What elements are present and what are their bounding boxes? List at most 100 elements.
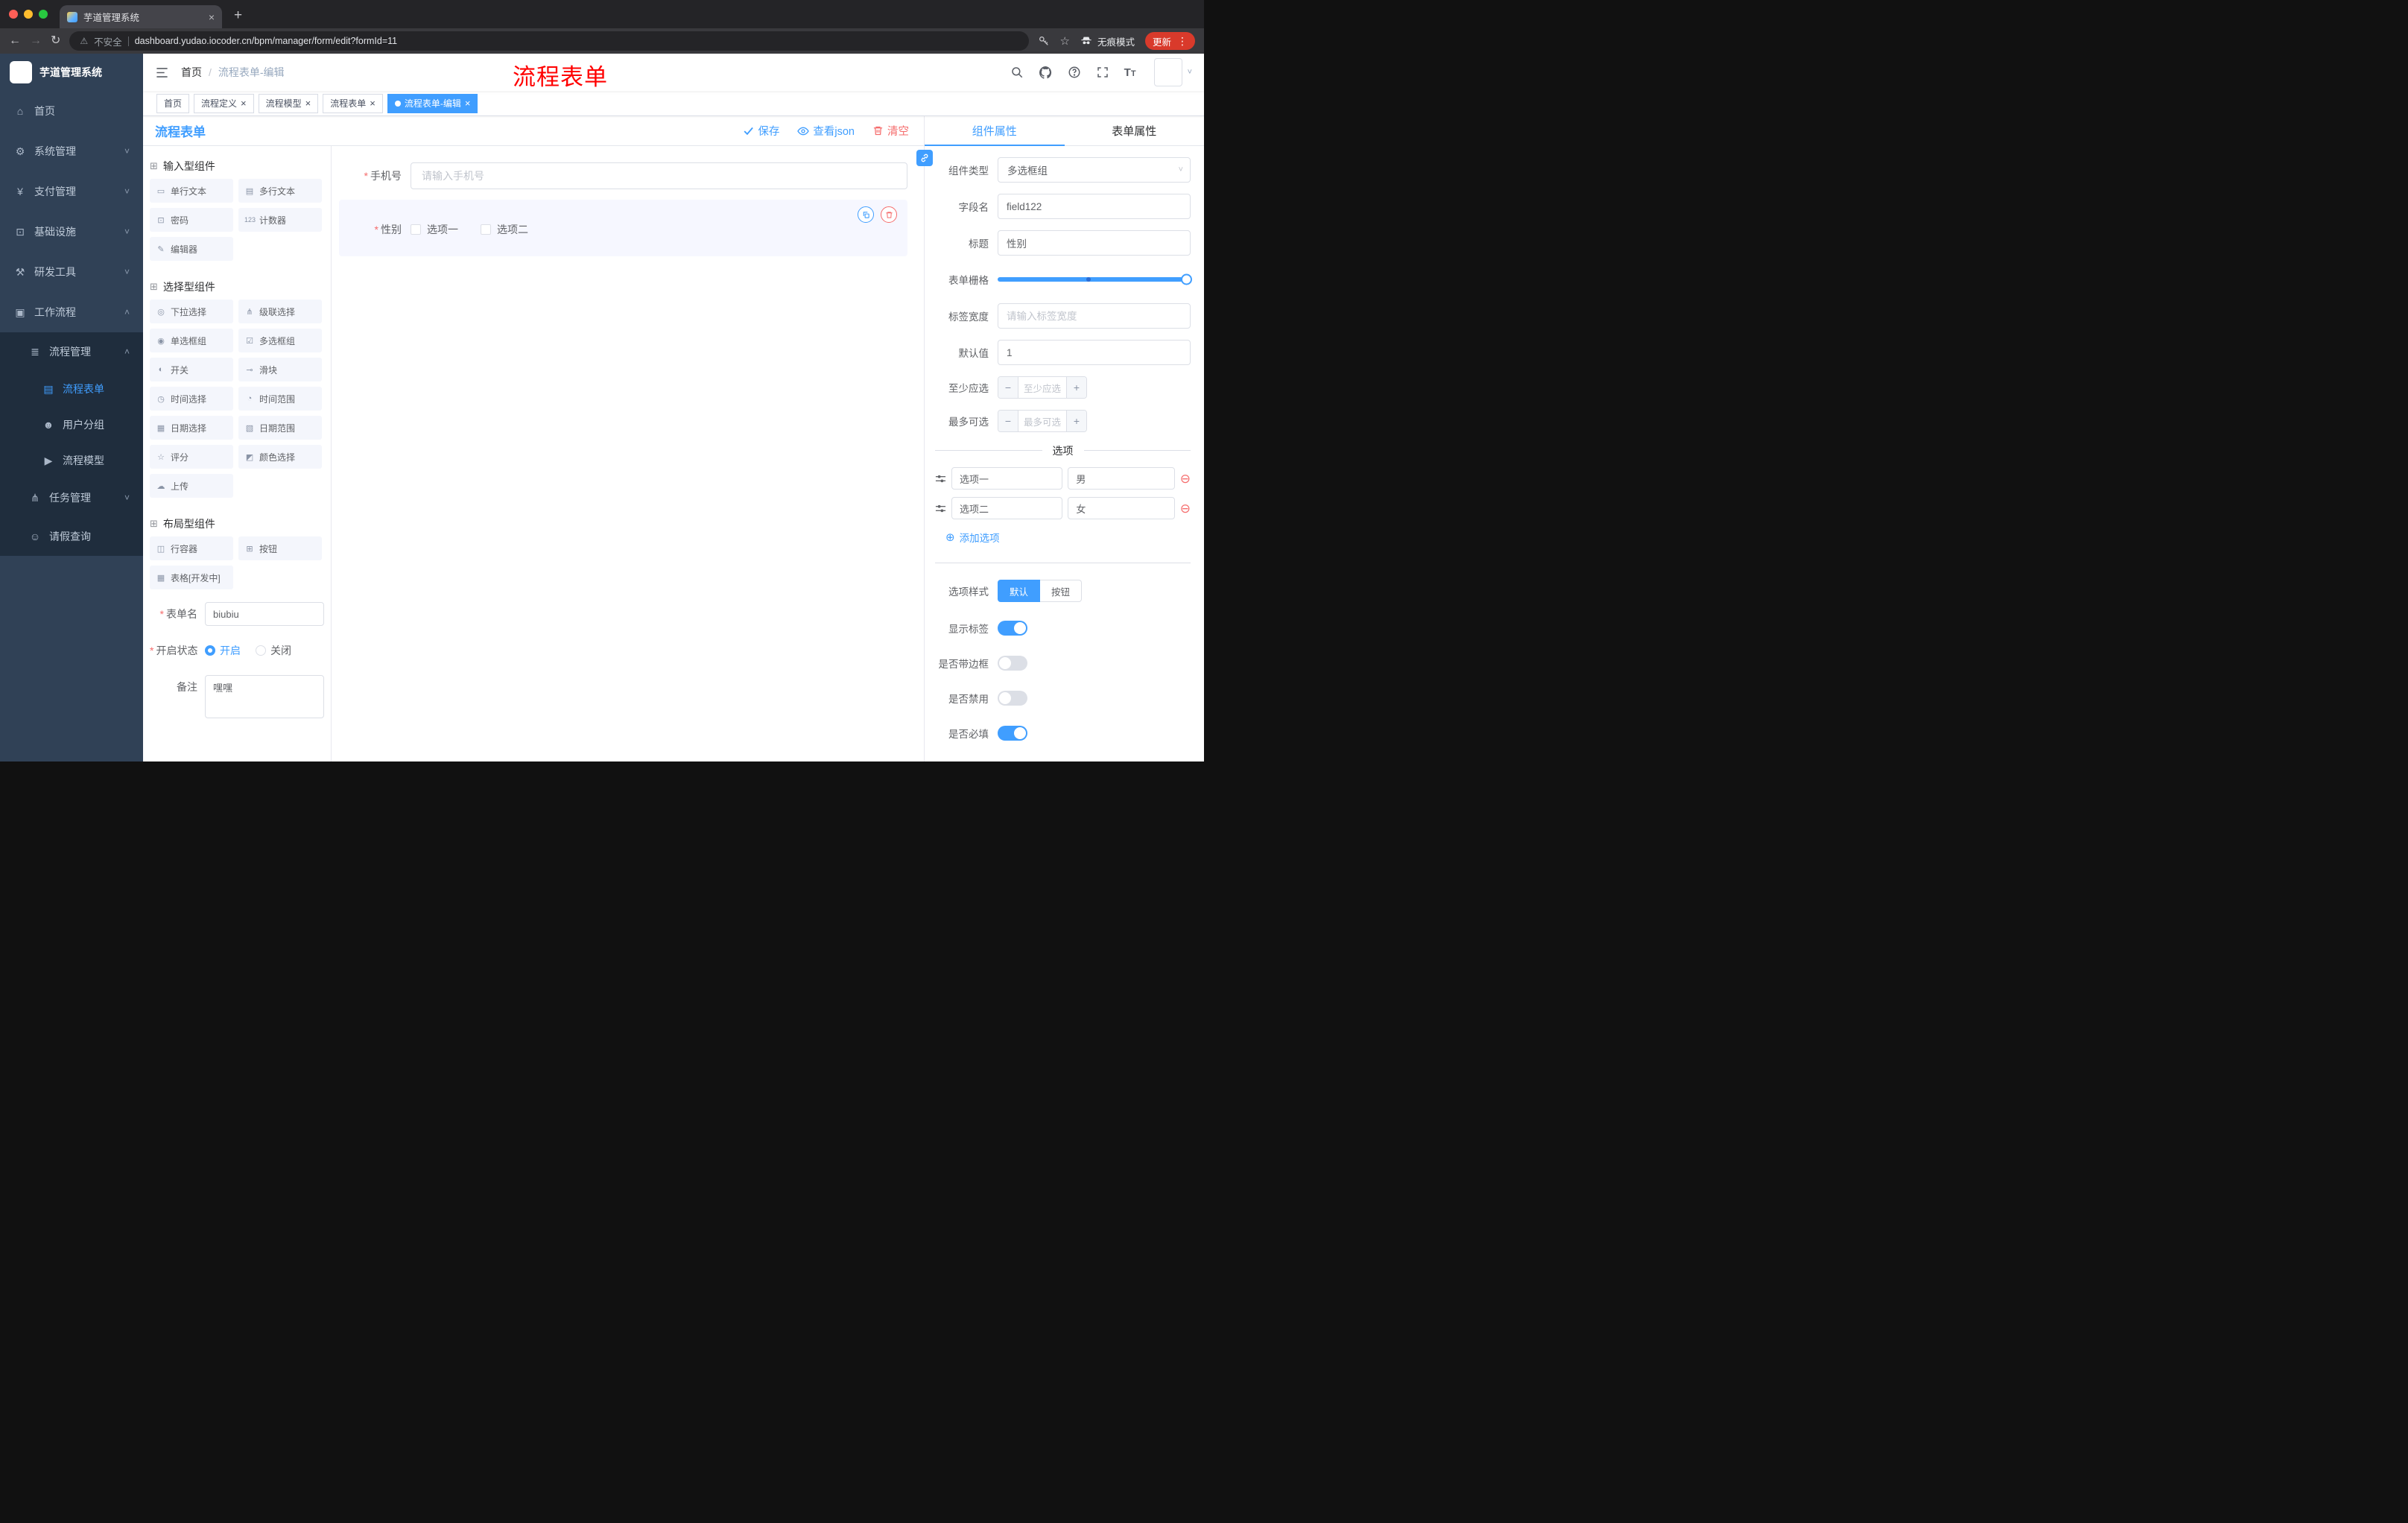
sidebar-item-infrastructure[interactable]: ⊡ 基础设施 ˅: [0, 212, 143, 252]
forward-icon[interactable]: →: [30, 35, 42, 47]
palette-item-single-line-text[interactable]: ▭ 单行文本: [150, 179, 233, 203]
field-name-input[interactable]: [998, 194, 1191, 219]
gender-option-1-checkbox[interactable]: 选项一: [411, 222, 458, 237]
palette-item-cascader[interactable]: ⋔ 级联选择: [238, 300, 322, 323]
page-url[interactable]: dashboard.yudao.iocoder.cn/bpm/manager/f…: [135, 36, 397, 46]
back-icon[interactable]: ←: [9, 35, 21, 47]
fullscreen-icon[interactable]: [1096, 66, 1109, 79]
form-name-input[interactable]: [205, 602, 324, 626]
palette-item-date-range[interactable]: ▧ 日期范围: [238, 416, 322, 440]
palette-item-row-container[interactable]: ◫ 行容器: [150, 536, 233, 560]
palette-item-date-picker[interactable]: ▦ 日期选择: [150, 416, 233, 440]
sidebar-item-payment[interactable]: ¥ 支付管理 ˅: [0, 171, 143, 212]
label-width-input[interactable]: [998, 303, 1191, 329]
palette-item-time-range[interactable]: ◔ 时间范围: [238, 387, 322, 411]
window-zoom-button[interactable]: [39, 10, 48, 19]
sidebar-fold-icon[interactable]: [155, 66, 169, 80]
drag-handle-icon[interactable]: [935, 503, 946, 514]
window-minimize-button[interactable]: [24, 10, 33, 19]
sidebar-item-workflow[interactable]: ▣ 工作流程 ˄: [0, 292, 143, 332]
slider-handle[interactable]: [1181, 273, 1192, 285]
sidebar-item-task-management[interactable]: ⋔ 任务管理 ˅: [0, 478, 143, 517]
sidebar-item-devtools[interactable]: ⚒ 研发工具 ˅: [0, 252, 143, 292]
new-tab-button[interactable]: +: [234, 7, 242, 24]
tag-close-icon[interactable]: ×: [465, 98, 471, 108]
style-button-button[interactable]: 按钮: [1040, 580, 1083, 602]
sidebar-item-home[interactable]: ⌂ 首页: [0, 91, 143, 131]
gender-option-2-checkbox[interactable]: 选项二: [481, 222, 528, 237]
sidebar-item-process-form[interactable]: ▤ 流程表单: [0, 371, 143, 407]
minus-button[interactable]: −: [998, 411, 1018, 431]
sidebar-item-system[interactable]: ⚙ 系统管理 ˅: [0, 131, 143, 171]
tag-process-definition[interactable]: 流程定义 ×: [194, 93, 254, 113]
browser-update-button[interactable]: 更新 ⋮: [1144, 32, 1195, 50]
style-default-button[interactable]: 默认: [998, 580, 1041, 602]
status-on-radio[interactable]: 开启: [205, 643, 241, 658]
required-toggle[interactable]: [998, 726, 1027, 741]
palette-item-slider[interactable]: ⊸ 滑块: [238, 358, 322, 381]
palette-item-table[interactable]: ▦ 表格[开发中]: [150, 566, 233, 589]
palette-item-switch[interactable]: ◐ 开关: [150, 358, 233, 381]
component-type-select[interactable]: 多选框组 ˅: [998, 157, 1191, 183]
min-select-stepper[interactable]: − 至少应选 +: [998, 376, 1087, 399]
option-1-name-input[interactable]: [951, 467, 1063, 490]
plus-button[interactable]: +: [1066, 377, 1086, 398]
add-option-button[interactable]: ⊕ 添加选项: [945, 530, 1191, 545]
tag-process-form[interactable]: 流程表单 ×: [323, 93, 383, 113]
palette-item-counter[interactable]: 123 计数器: [238, 208, 322, 232]
status-off-radio[interactable]: 关闭: [256, 643, 291, 658]
sidebar-item-leave-query[interactable]: ☺ 请假查询: [0, 517, 143, 556]
bookmark-star-icon[interactable]: ☆: [1060, 34, 1070, 48]
tag-close-icon[interactable]: ×: [241, 98, 247, 108]
remove-option-icon[interactable]: ⊖: [1180, 472, 1191, 485]
browser-menu-icon[interactable]: ⋮: [1177, 35, 1188, 48]
max-select-stepper[interactable]: − 最多可选 +: [998, 410, 1087, 432]
clear-button[interactable]: 清空: [872, 123, 909, 139]
option-1-value-input[interactable]: [1068, 467, 1175, 490]
palette-item-password[interactable]: ⊡ 密码: [150, 208, 233, 232]
delete-field-button[interactable]: [881, 206, 897, 223]
palette-item-multi-line-text[interactable]: ▤ 多行文本: [238, 179, 322, 203]
tag-close-icon[interactable]: ×: [370, 98, 376, 108]
tag-process-model[interactable]: 流程模型 ×: [258, 93, 319, 113]
tag-close-icon[interactable]: ×: [305, 98, 311, 108]
help-icon[interactable]: [1068, 66, 1081, 79]
border-toggle[interactable]: [998, 656, 1027, 671]
palette-item-time-picker[interactable]: ◷ 时间选择: [150, 387, 233, 411]
plus-button[interactable]: +: [1066, 411, 1086, 431]
address-bar[interactable]: ⚠ 不安全 dashboard.yudao.iocoder.cn/bpm/man…: [69, 31, 1029, 51]
phone-input[interactable]: [411, 162, 907, 189]
palette-item-rate[interactable]: ☆ 评分: [150, 445, 233, 469]
palette-item-upload[interactable]: ☁ 上传: [150, 474, 233, 498]
security-label[interactable]: 不安全: [94, 34, 122, 48]
default-value-input[interactable]: [998, 340, 1191, 365]
github-icon[interactable]: [1039, 66, 1053, 80]
tab-component-properties[interactable]: 组件属性: [925, 116, 1065, 146]
breadcrumb-home[interactable]: 首页: [181, 65, 202, 80]
slider-track[interactable]: [998, 273, 1192, 285]
sidebar-item-process-management[interactable]: ≣ 流程管理 ˄: [0, 332, 143, 371]
save-button[interactable]: 保存: [743, 123, 779, 139]
max-select-value[interactable]: 最多可选: [1018, 411, 1066, 431]
disabled-toggle[interactable]: [998, 691, 1027, 706]
drag-handle-icon[interactable]: [935, 473, 946, 484]
app-logo[interactable]: 芋道管理系统: [0, 54, 143, 91]
user-avatar-dropdown[interactable]: ˅: [1153, 58, 1192, 86]
palette-item-button[interactable]: ⊞ 按钮: [238, 536, 322, 560]
title-input[interactable]: [998, 230, 1191, 256]
form-grid-slider[interactable]: [998, 267, 1192, 292]
tab-close-icon[interactable]: ×: [209, 12, 215, 22]
remove-option-icon[interactable]: ⊖: [1180, 502, 1191, 515]
palette-item-color-picker[interactable]: ◩ 颜色选择: [238, 445, 322, 469]
form-remark-textarea[interactable]: 嘿嘿: [205, 675, 324, 718]
min-select-value[interactable]: 至少应选: [1018, 377, 1066, 398]
palette-item-radio-group[interactable]: ◉ 单选框组: [150, 329, 233, 352]
show-label-toggle[interactable]: [998, 621, 1027, 636]
minus-button[interactable]: −: [998, 377, 1018, 398]
view-json-button[interactable]: 查看json: [797, 123, 855, 139]
sidebar-item-process-model[interactable]: ▶ 流程模型: [0, 443, 143, 478]
copy-field-button[interactable]: [858, 206, 874, 223]
palette-item-editor[interactable]: ✎ 编辑器: [150, 237, 233, 261]
tag-process-form-edit[interactable]: 流程表单-编辑 ×: [387, 93, 478, 113]
font-size-icon[interactable]: TT: [1124, 66, 1136, 79]
